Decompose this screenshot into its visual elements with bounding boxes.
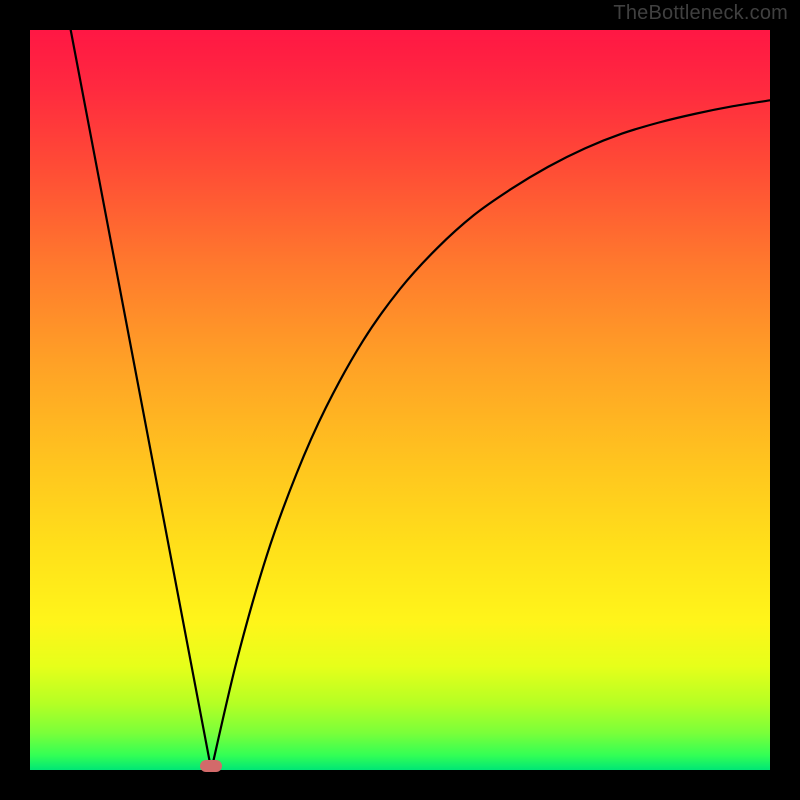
curve-svg: [30, 30, 770, 770]
watermark-text: TheBottleneck.com: [613, 2, 788, 25]
bottleneck-curve: [71, 30, 770, 770]
chart-frame: TheBottleneck.com: [0, 0, 800, 800]
plot-area: [30, 30, 770, 770]
min-marker: [200, 760, 222, 772]
